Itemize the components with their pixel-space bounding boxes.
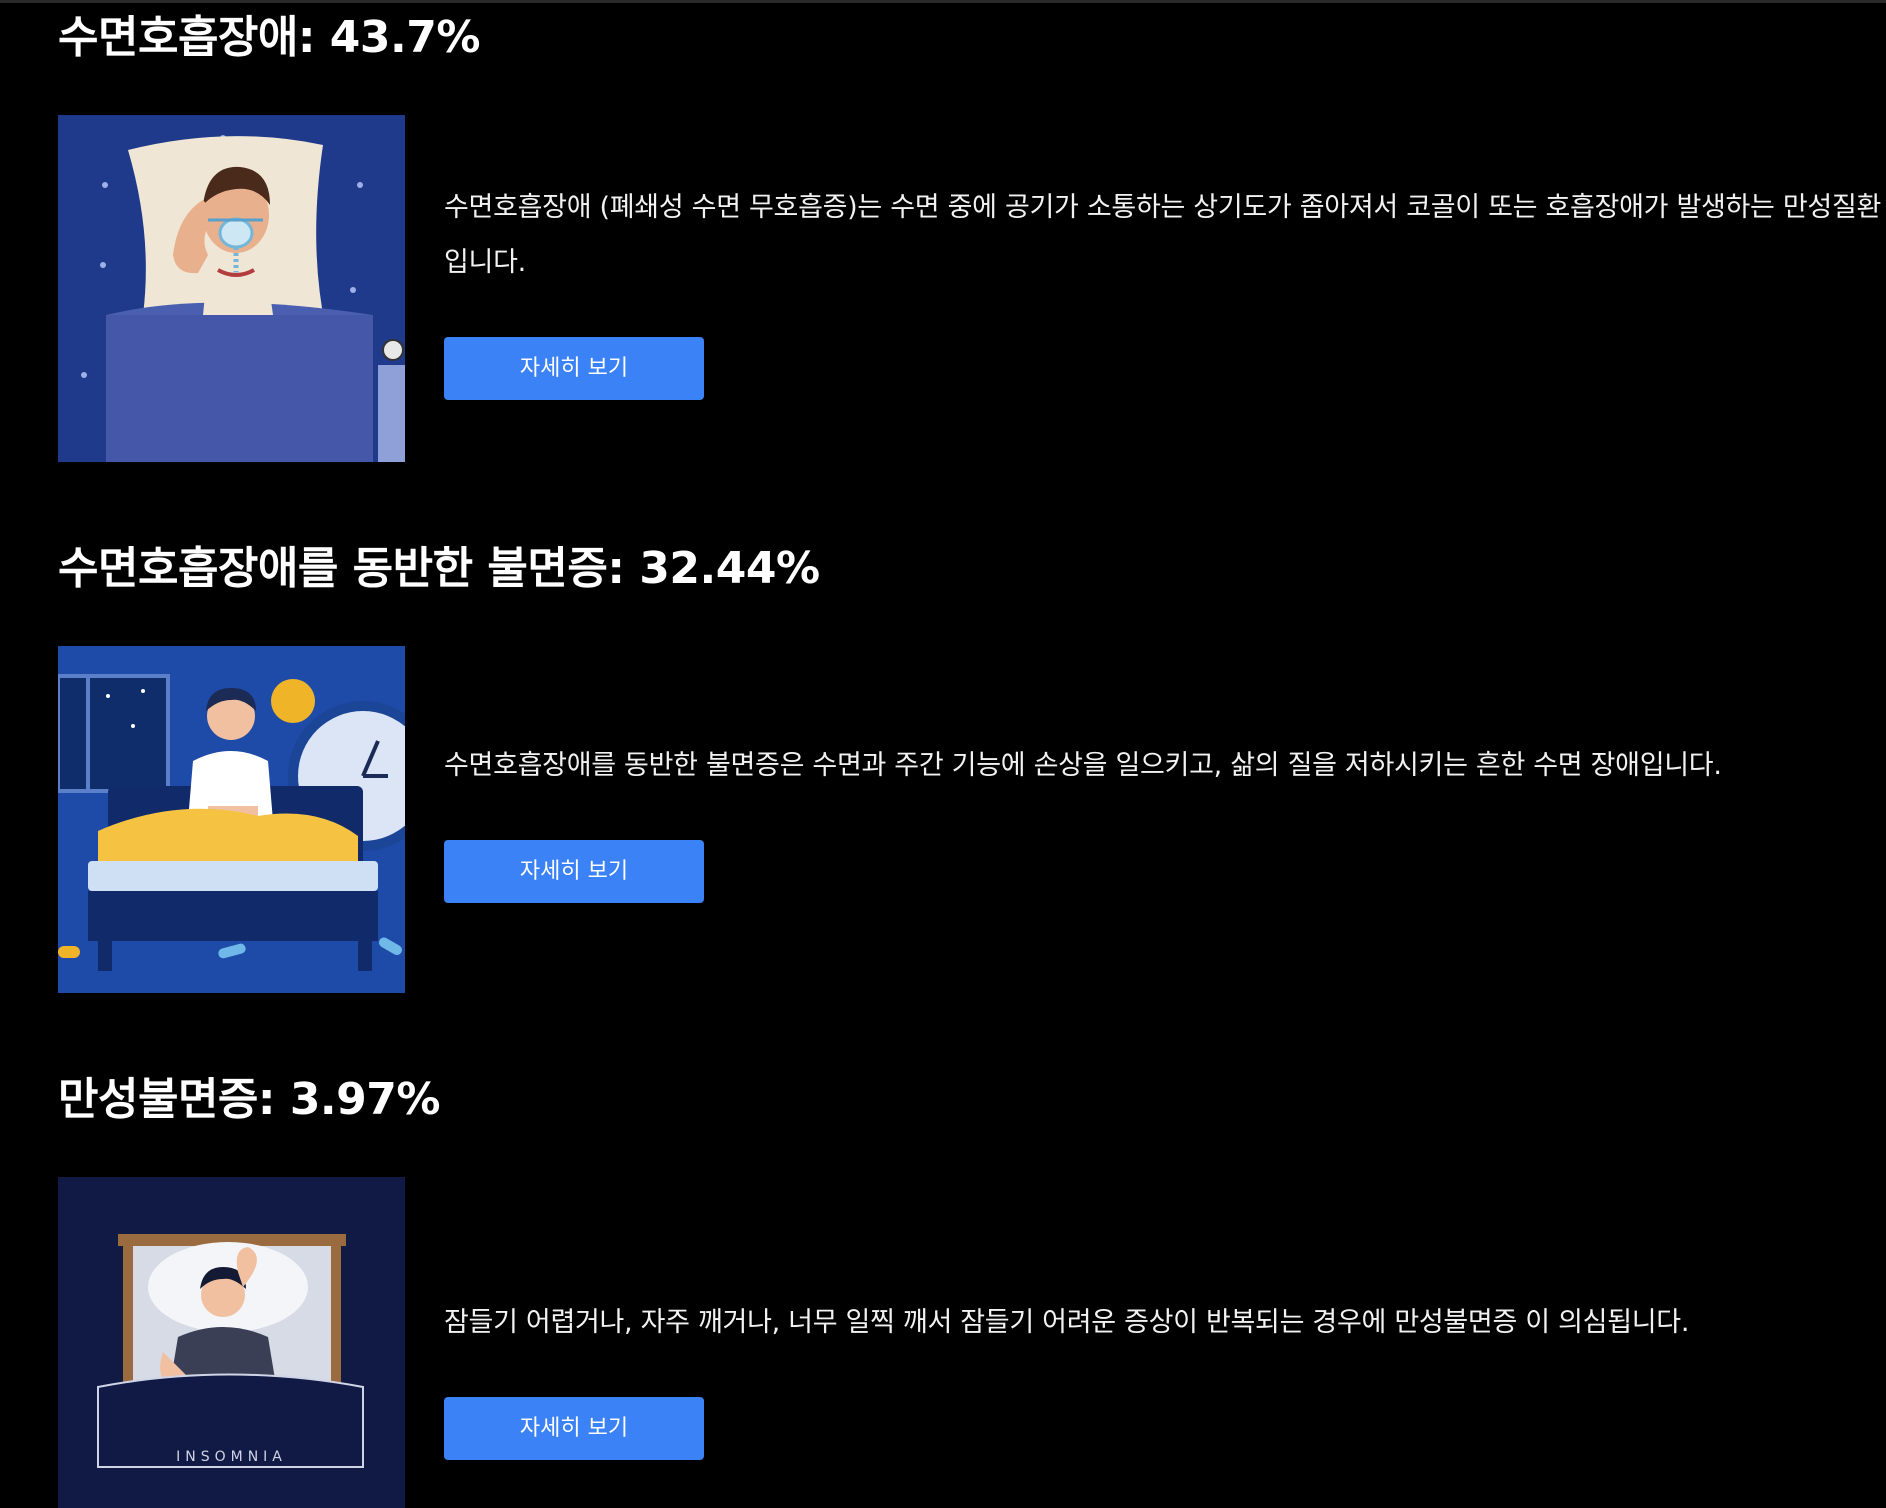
section-description: 수면호흡장애 (폐쇄성 수면 무호흡증)는 수면 중에 공기가 소통하는 상기도…	[444, 192, 1882, 278]
section-title: 수면호흡장애: 43.7%	[58, 12, 480, 63]
details-button[interactable]: 자세히 보기	[444, 1397, 704, 1460]
details-button[interactable]: 자세히 보기	[444, 840, 704, 903]
insomnia-sitting-illustration	[58, 646, 405, 993]
details-button[interactable]: 자세히 보기	[444, 337, 704, 400]
sleep-apnea-illustration	[58, 115, 405, 462]
section-description: 잠들기 어렵거나, 자주 깨거나, 너무 일찍 깨서 잠들기 어려운 증상이 반…	[444, 1307, 1690, 1338]
section-title: 수면호흡장애를 동반한 불면증: 32.44%	[58, 543, 820, 594]
insomnia-caption: INSOMNIA	[176, 1449, 287, 1465]
section-title: 만성불면증: 3.97%	[58, 1074, 440, 1125]
insomnia-lying-illustration: INSOMNIA	[58, 1177, 405, 1508]
section-description: 수면호흡장애를 동반한 불면증은 수면과 주간 기능에 손상을 일으키고, 삶의…	[444, 750, 1722, 781]
top-border	[0, 0, 1886, 3]
